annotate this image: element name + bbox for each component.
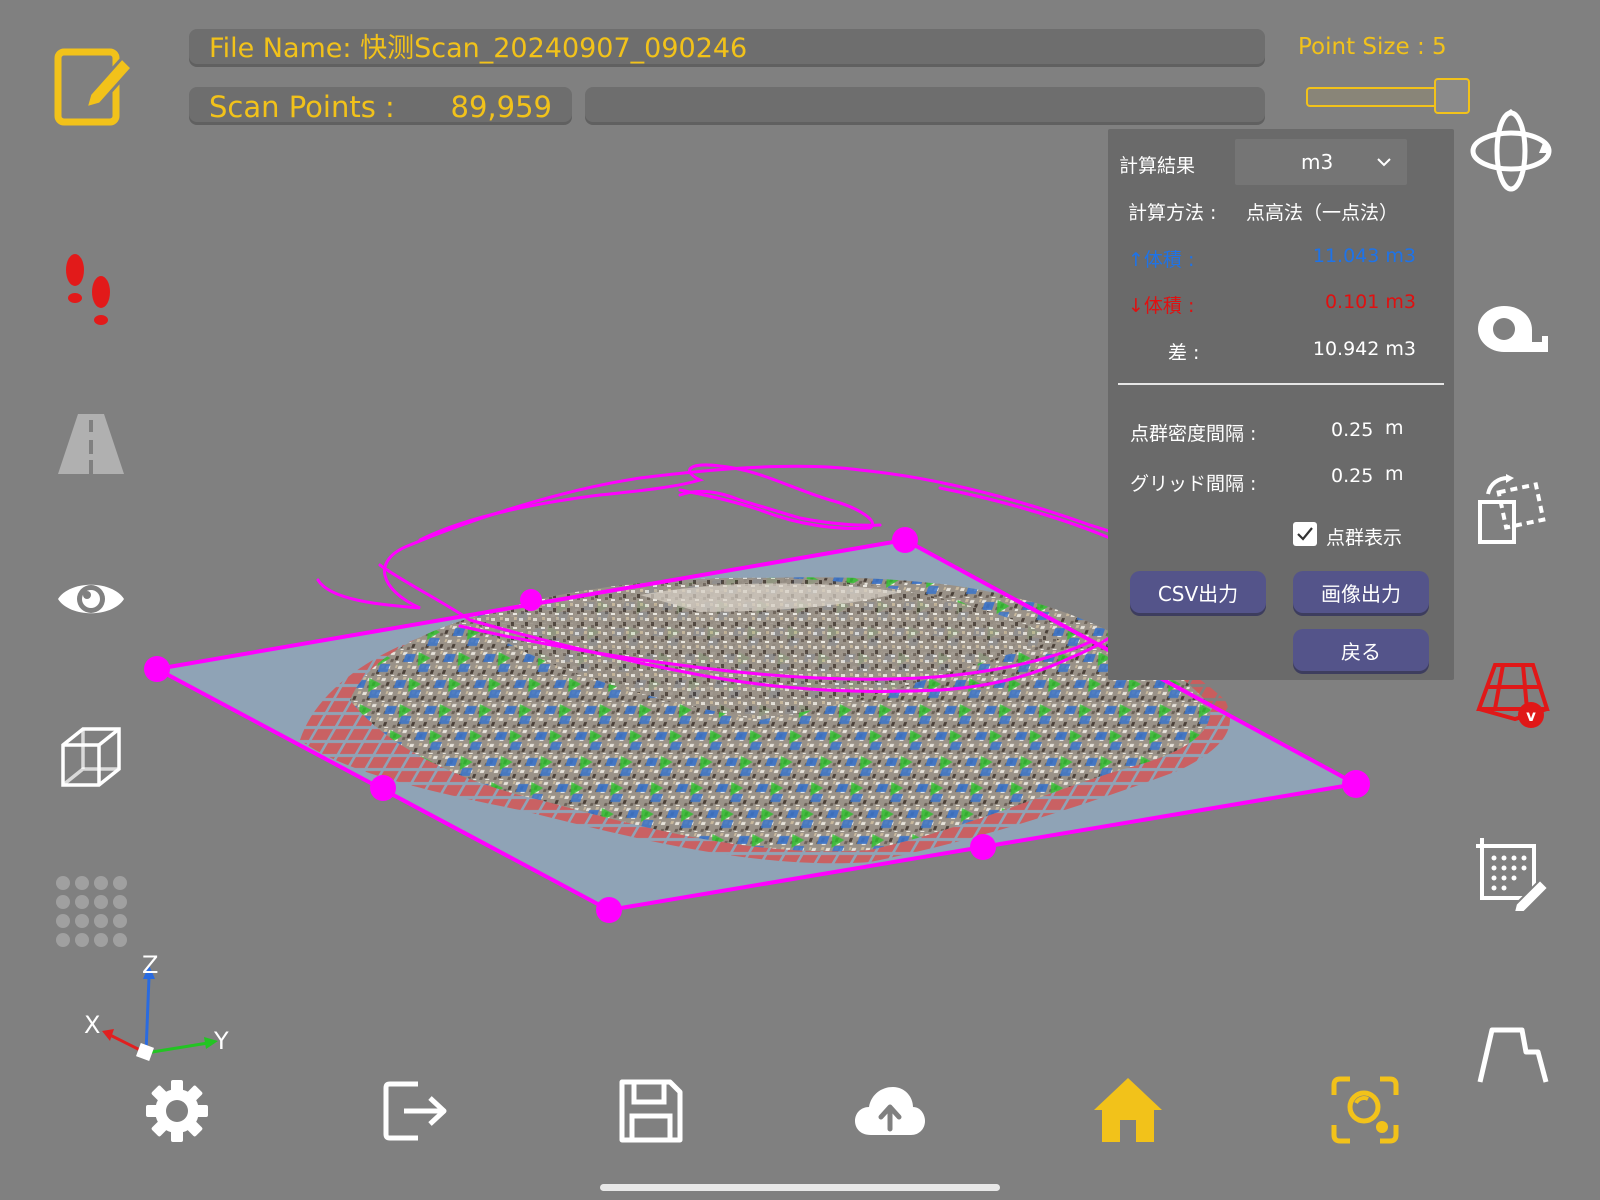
- unit-dropdown[interactable]: m3: [1235, 139, 1407, 185]
- down-volume-label: ↓体積 :: [1128, 295, 1195, 317]
- transform-button[interactable]: [1474, 472, 1552, 550]
- down-volume-value: 0.101 m3: [1324, 291, 1416, 313]
- export-button[interactable]: [380, 1076, 454, 1146]
- calculation-result-panel: 計算結果 m3 計算方法 : 点高法（一点法） ↑体積 : 11.043 m3 …: [1108, 129, 1454, 680]
- panel-title: 計算結果: [1119, 155, 1196, 177]
- grid-value: 0.25: [1331, 465, 1374, 487]
- axis-y-label: Y: [214, 1027, 229, 1055]
- checkmark-icon: [1297, 527, 1313, 541]
- home-button[interactable]: [1090, 1074, 1166, 1146]
- density-value: 0.25: [1331, 419, 1374, 441]
- point-grid-icon: [56, 876, 127, 947]
- edit-icon: [54, 48, 135, 126]
- scan-points-label: Scan Points :: [209, 90, 395, 124]
- point-size-slider[interactable]: [1306, 78, 1470, 116]
- slider-thumb[interactable]: [1434, 78, 1470, 114]
- method-value: 点高法（一点法）: [1246, 202, 1399, 224]
- profile-icon: [1477, 1027, 1549, 1083]
- transform-icon: [1478, 474, 1546, 544]
- tape-measure-icon: [1478, 306, 1548, 352]
- diff-value: 10.942 m3: [1312, 338, 1416, 360]
- image-export-button[interactable]: 画像出力: [1293, 571, 1429, 613]
- axis-z-label: Z: [142, 951, 159, 979]
- volume-button[interactable]: v: [1474, 652, 1556, 734]
- back-button[interactable]: 戻る: [1293, 629, 1429, 671]
- progress-bar: [585, 87, 1265, 125]
- eye-icon: [58, 584, 124, 614]
- profile-button[interactable]: [1474, 1020, 1552, 1086]
- road-button[interactable]: [54, 410, 128, 478]
- show-points-toggle[interactable]: 点群表示: [1293, 521, 1433, 551]
- save-button[interactable]: [616, 1076, 686, 1146]
- scan-points-bar: Scan Points : 89,959: [189, 87, 572, 125]
- method-label: 計算方法 :: [1128, 202, 1217, 224]
- footprints-button[interactable]: [54, 248, 124, 328]
- scan-camera-icon: [1331, 1076, 1399, 1144]
- measure-button[interactable]: [1474, 300, 1552, 360]
- svg-text:v: v: [1526, 707, 1536, 725]
- grid-label: グリッド間隔 :: [1130, 473, 1257, 495]
- wireframe-button[interactable]: [54, 720, 128, 794]
- scan-points-value: 89,959: [450, 90, 552, 124]
- road-icon: [58, 414, 124, 474]
- axis-gizmo: Z X Y: [80, 951, 240, 1065]
- show-points-checkbox[interactable]: [1293, 522, 1317, 546]
- up-volume-label: ↑体積 :: [1128, 249, 1195, 271]
- volume-mesh-icon: v: [1476, 663, 1550, 728]
- cloud-upload-button[interactable]: [852, 1080, 928, 1142]
- orbit-button[interactable]: [1468, 108, 1554, 194]
- show-points-label: 点群表示: [1326, 527, 1403, 549]
- visibility-button[interactable]: [54, 570, 128, 628]
- axis-x-label: X: [84, 1011, 101, 1039]
- density-unit: m: [1385, 417, 1404, 439]
- csv-export-button[interactable]: CSV出力: [1130, 571, 1266, 613]
- footprints-icon: [66, 254, 110, 325]
- panel-divider: [1118, 383, 1444, 385]
- home-indicator[interactable]: [600, 1184, 1000, 1191]
- grid-edit-icon: [1476, 838, 1550, 912]
- unit-selected: m3: [1301, 150, 1334, 174]
- point-size-readout: Point Size : 5: [1298, 34, 1447, 60]
- point-size-value: 5: [1432, 34, 1447, 60]
- grid-edit-button[interactable]: [1474, 836, 1552, 914]
- orbit-rotate-icon: [1470, 109, 1552, 192]
- export-icon: [383, 1081, 447, 1141]
- point-grid-button[interactable]: [52, 872, 130, 950]
- save-icon: [619, 1079, 683, 1143]
- cloud-upload-icon: [855, 1087, 925, 1135]
- file-name-text: File Name: 快测Scan_20240907_090246: [209, 33, 748, 64]
- slider-track: [1306, 87, 1450, 107]
- diff-label: 差 :: [1168, 342, 1200, 364]
- chevron-down-icon: [1377, 158, 1391, 167]
- settings-icon: [146, 1080, 208, 1142]
- grid-unit: m: [1385, 463, 1404, 485]
- home-icon: [1094, 1078, 1162, 1142]
- file-name-bar: File Name: 快测Scan_20240907_090246: [189, 29, 1265, 67]
- settings-button[interactable]: [142, 1076, 212, 1146]
- wireframe-cube-icon: [61, 727, 121, 787]
- point-size-label: Point Size :: [1298, 34, 1433, 60]
- edit-button[interactable]: [48, 42, 138, 132]
- scan-camera-button[interactable]: [1328, 1074, 1402, 1146]
- up-volume-value: 11.043 m3: [1312, 245, 1416, 267]
- density-label: 点群密度間隔 :: [1130, 423, 1257, 445]
